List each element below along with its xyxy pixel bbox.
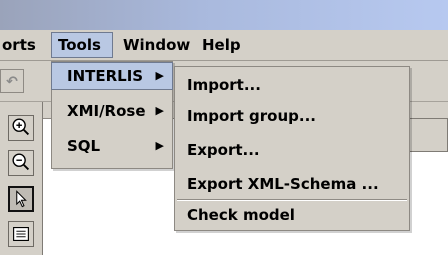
- submenu-separator: [177, 199, 407, 201]
- submenu-item-import[interactable]: Import...: [175, 72, 409, 98]
- undo-icon: ↶: [0, 69, 24, 93]
- submenu-item-export-xml-schema[interactable]: Export XML-Schema ...: [175, 171, 409, 197]
- note-icon: [13, 226, 29, 242]
- zoom-out-icon: [12, 153, 30, 171]
- zoom-in-icon: [12, 118, 30, 136]
- submenu-arrow-icon: ▶: [155, 69, 164, 82]
- tools-menu-item-label: INTERLIS: [67, 67, 144, 85]
- left-toolbar: [0, 102, 43, 255]
- zoom-out-button[interactable]: [8, 150, 34, 176]
- pointer-button[interactable]: [8, 186, 34, 212]
- window-titlebar: [0, 0, 448, 30]
- submenu-item-import-group[interactable]: Import group...: [175, 103, 409, 129]
- menu-window[interactable]: Window: [117, 32, 196, 58]
- tools-menu-item-label: SQL: [67, 137, 101, 155]
- menu-tools[interactable]: Tools: [51, 32, 113, 58]
- tools-menu-item-xmi-rose[interactable]: XMI/Rose ▶: [52, 98, 172, 124]
- tools-menu-item-label: XMI/Rose: [67, 102, 146, 120]
- interlis-submenu: Import... Import group... Export... Expo…: [174, 66, 410, 231]
- menu-help[interactable]: Help: [196, 32, 247, 58]
- menu-partial[interactable]: orts: [0, 32, 42, 58]
- submenu-item-check-model[interactable]: Check model: [175, 202, 409, 228]
- tools-menu-item-sql[interactable]: SQL ▶: [52, 133, 172, 159]
- submenu-item-export[interactable]: Export...: [175, 137, 409, 163]
- pointer-icon: [16, 190, 27, 208]
- tools-menu: INTERLIS ▶ XMI/Rose ▶ SQL ▶: [51, 61, 173, 169]
- tools-menu-item-interlis[interactable]: INTERLIS ▶: [51, 62, 173, 90]
- zoom-in-button[interactable]: [8, 115, 34, 141]
- menu-bar: orts Tools Window Help: [0, 30, 448, 61]
- submenu-arrow-icon: ▶: [155, 104, 164, 117]
- note-button[interactable]: [8, 221, 34, 247]
- submenu-arrow-icon: ▶: [155, 139, 164, 152]
